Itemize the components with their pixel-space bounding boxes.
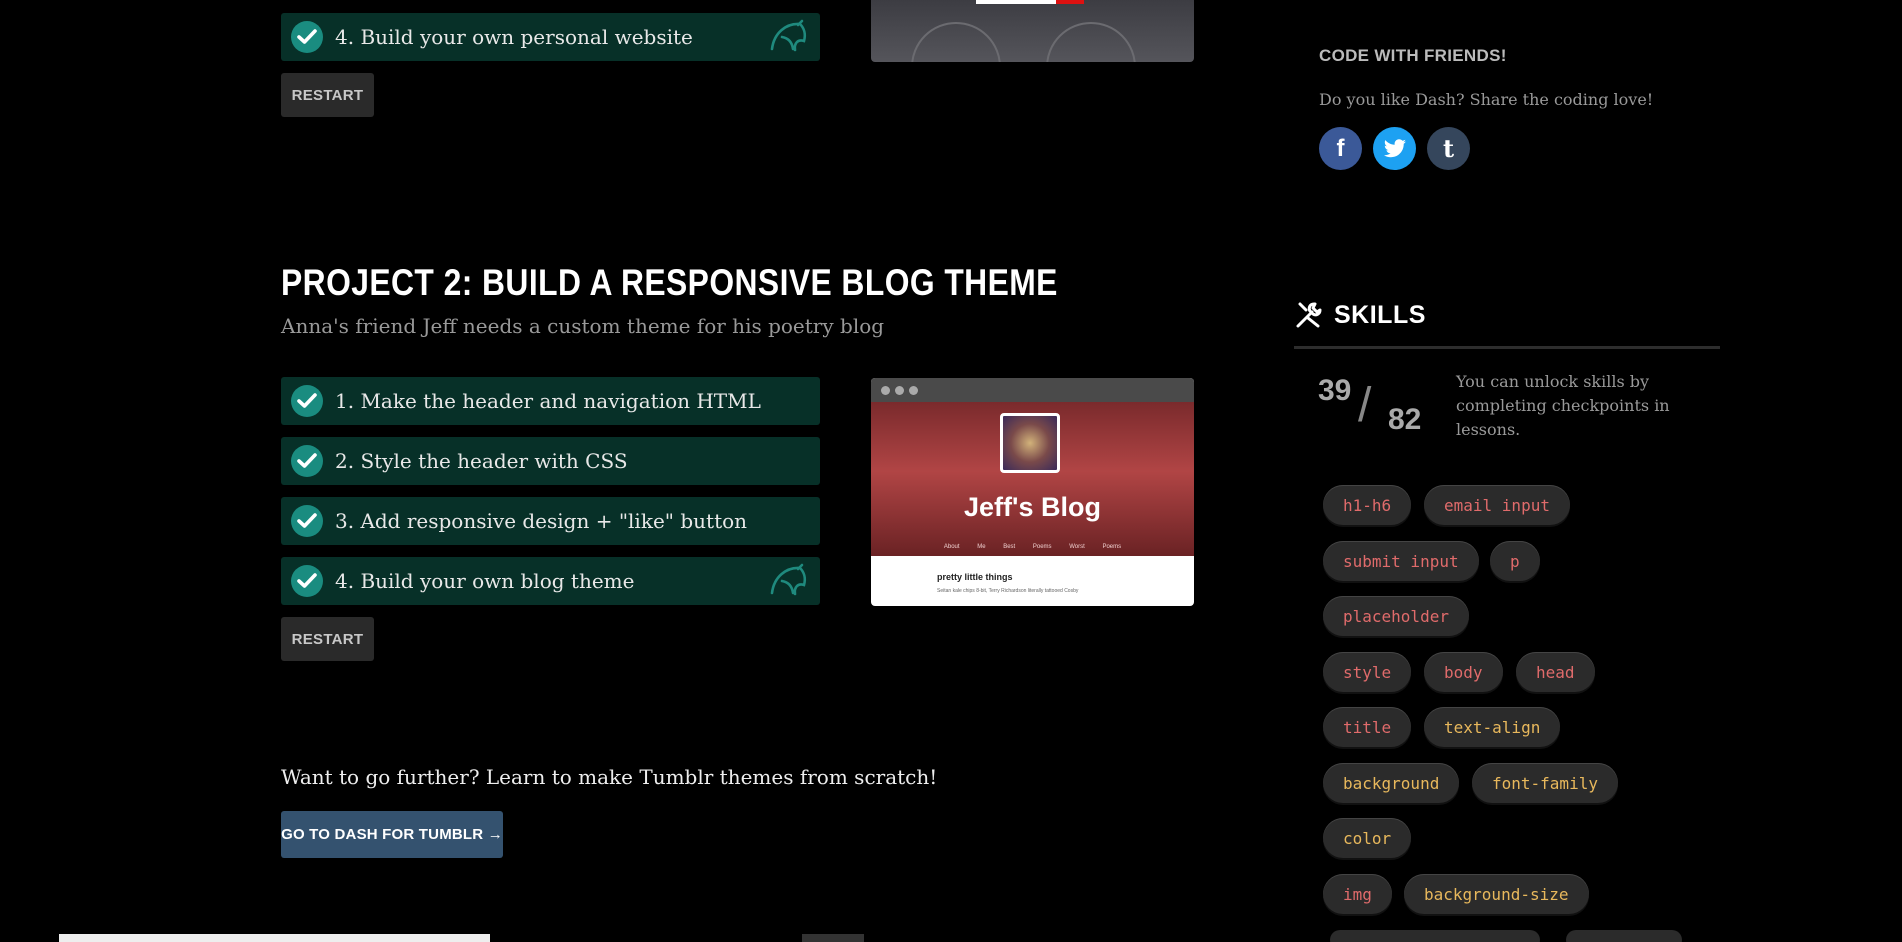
tools-icon — [1296, 302, 1322, 328]
step-label: 1. Make the header and navigation HTML — [335, 389, 761, 413]
skill-tag[interactable]: h1-h6 — [1323, 485, 1412, 525]
window-dot — [909, 385, 918, 395]
skills-total-count: 82 — [1388, 403, 1422, 436]
facebook-share-button[interactable]: f — [1319, 127, 1362, 170]
project2-step-2[interactable]: 2. Style the header with CSS — [281, 437, 820, 485]
twitter-share-button[interactable] — [1373, 127, 1416, 170]
project1-preview-image — [871, 0, 1194, 62]
step-label: 4. Build your own personal website — [335, 25, 693, 49]
preview-nav: About Me Best Poems Worst Poems — [943, 544, 1122, 550]
project2-title: PROJECT 2: BUILD A RESPONSIVE BLOG THEME — [281, 262, 1058, 303]
skill-tag[interactable]: text-align — [1424, 707, 1561, 747]
preview-blog-title: Jeff's Blog — [964, 492, 1101, 522]
project2-step-3[interactable]: 3. Add responsive design + "like" button — [281, 497, 820, 545]
check-icon — [291, 565, 323, 597]
project2-preview-image: Jeff's Blog About Me Best Poems Worst Po… — [871, 378, 1194, 606]
browser-bar — [871, 378, 1194, 402]
skill-tag[interactable]: email input — [1424, 485, 1570, 525]
check-icon — [291, 505, 323, 537]
window-dot — [895, 385, 904, 395]
skill-tag-clipped — [1566, 930, 1682, 942]
preview-arch — [911, 22, 1001, 62]
skills-unlocked-count: 39 — [1318, 374, 1352, 407]
skills-description: You can unlock skills by completing chec… — [1456, 372, 1670, 439]
skill-tag[interactable]: submit input — [1323, 541, 1479, 581]
facebook-icon: f — [1336, 134, 1345, 162]
skills-divider — [1294, 346, 1720, 349]
project2-restart-button[interactable]: RESTART — [281, 617, 374, 661]
preview-avatar — [1000, 413, 1060, 473]
preview-red-strip — [1056, 0, 1084, 4]
tumblr-icon: t — [1442, 134, 1455, 163]
preview-post: pretty little things Seitan kale chips 8… — [871, 556, 1194, 594]
preview-post-title: pretty little things — [937, 572, 1013, 582]
check-icon — [291, 385, 323, 417]
dash-logo-icon — [768, 563, 810, 603]
further-text: Want to go further? Learn to make Tumblr… — [281, 765, 938, 789]
step-label: 3. Add responsive design + "like" button — [335, 509, 748, 533]
skill-tag[interactable]: head — [1516, 652, 1595, 692]
skill-tag[interactable]: p — [1490, 541, 1540, 581]
skill-tag[interactable]: background — [1323, 763, 1460, 803]
skill-tag[interactable]: title — [1323, 707, 1412, 747]
preview-hero: Jeff's Blog About Me Best Poems Worst Po… — [871, 402, 1194, 556]
skills-header: SKILLS — [1294, 300, 1426, 330]
skill-tag[interactable]: img — [1323, 874, 1392, 914]
skill-tag[interactable]: font-family — [1472, 763, 1618, 803]
preview-post-body: Seitan kale chips 8-bit, Terry Richardso… — [937, 588, 1079, 594]
preview-white-strip — [976, 0, 1056, 4]
project1-restart-button[interactable]: RESTART — [281, 73, 374, 117]
project2-step-1[interactable]: 1. Make the header and navigation HTML — [281, 377, 820, 425]
preview-arch — [1046, 22, 1136, 62]
skills-title: SKILLS — [1334, 300, 1426, 329]
skill-tag-clipped — [1330, 930, 1540, 942]
step-label: 4. Build your own blog theme — [335, 569, 635, 593]
dash-for-tumblr-button[interactable]: GO TO DASH FOR TUMBLR → — [281, 811, 503, 858]
skill-tag[interactable]: style — [1323, 652, 1412, 692]
code-with-friends-title: CODE WITH FRIENDS! — [1319, 46, 1507, 65]
skill-tag[interactable]: color — [1323, 818, 1412, 858]
project1-step-4[interactable]: 4. Build your own personal website — [281, 13, 820, 61]
dash-logo-icon — [768, 19, 810, 59]
skill-tag[interactable]: placeholder — [1323, 596, 1469, 636]
code-with-friends-text: Do you like Dash? Share the coding love! — [1319, 90, 1654, 109]
bottom-scroll-strip — [59, 934, 490, 942]
window-dot — [881, 385, 890, 395]
step-label: 2. Style the header with CSS — [335, 449, 628, 473]
skill-tag[interactable]: body — [1424, 652, 1503, 692]
check-icon — [291, 445, 323, 477]
bottom-scroll-strip — [802, 934, 864, 942]
skill-tag[interactable]: background-size — [1404, 874, 1589, 914]
twitter-icon — [1383, 138, 1406, 157]
project2-step-4[interactable]: 4. Build your own blog theme — [281, 557, 820, 605]
project2-subtitle: Anna's friend Jeff needs a custom theme … — [281, 314, 885, 338]
tumblr-share-button[interactable]: t — [1427, 127, 1470, 170]
skills-count-slash: / — [1358, 379, 1372, 432]
check-icon — [291, 21, 323, 53]
